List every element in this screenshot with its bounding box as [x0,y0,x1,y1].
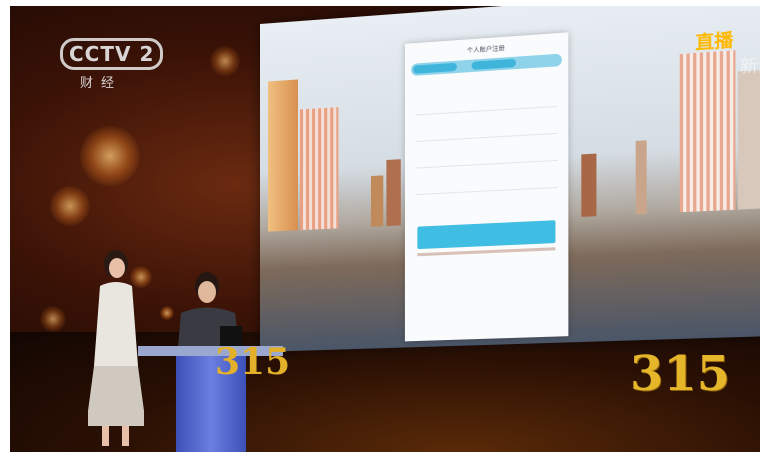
tv-broadcast-frame: CCTV 2 财经 个人账户注册 直播 新浪 315 315 [10,6,760,452]
trophy-315-label: 315 [630,346,731,402]
bokeh-light [160,306,174,320]
form-field[interactable] [415,176,558,196]
building [737,69,760,210]
next-step-button[interactable] [417,220,556,250]
live-badge: 直播 [695,30,734,55]
watermark: 新浪 [739,54,760,77]
projected-screen: 个人账户注册 直播 新浪 [260,6,760,353]
building [679,50,736,213]
trophy-315: 315 [630,346,730,442]
bokeh-light [210,46,240,76]
agreement-note [417,247,556,257]
channel-logo-subtitle: 财经 [80,76,123,91]
building [386,159,401,227]
phone-registration-screen: 个人账户注册 [404,32,569,342]
building [581,153,597,217]
bokeh-light [50,186,90,226]
form-field[interactable] [415,122,558,143]
building [267,79,298,232]
form-field[interactable] [415,149,558,169]
trophy-315-small-label: 315 [215,341,291,383]
step-1 [413,62,457,74]
presenter-left [88,250,144,446]
building [370,175,384,227]
form-field[interactable] [415,95,558,116]
building [299,107,339,231]
step-2 [471,58,516,70]
channel-logo: CCTV 2 财经 [60,38,170,98]
building [635,140,647,215]
bokeh-light [80,126,140,186]
channel-logo-mark: CCTV 2 [60,38,164,70]
bokeh-light [40,306,66,332]
trophy-315-small: 315 [215,341,290,421]
